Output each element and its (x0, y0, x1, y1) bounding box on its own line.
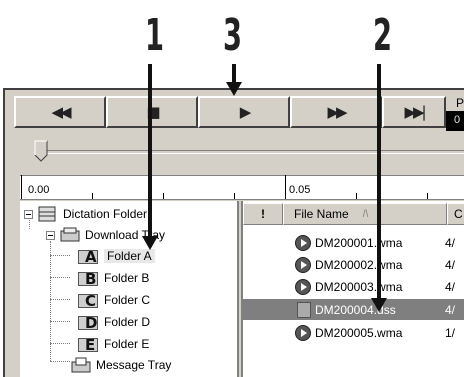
tree-item-folder-c[interactable]: C Folder C (78, 290, 150, 310)
collapse-icon[interactable] (24, 209, 33, 219)
tree-item-folder-e[interactable]: E Folder E (78, 334, 149, 354)
timeline-tick (92, 193, 93, 199)
stop-button[interactable]: ■ (106, 96, 198, 128)
callout-arrow-2 (377, 64, 381, 302)
tree-label-message-tray: Message Tray (96, 358, 172, 372)
column-header-flag[interactable]: ! (243, 203, 283, 225)
timeline-tick (234, 193, 235, 199)
timeline-tick (285, 175, 286, 199)
rewind-button[interactable]: ◀◀ (14, 96, 106, 128)
file-row[interactable]: DM200002.wma 4/ (243, 254, 464, 275)
folder-tree: Dictation Folder Download Tray A Folder … (20, 201, 239, 377)
callout-arrowhead-1 (142, 236, 158, 250)
timeline-mid-label: 0.05 (289, 184, 311, 196)
callout-number-2: 2 (373, 10, 392, 61)
file-date: 1/ (445, 325, 456, 340)
tree-label-folder-d: Folder D (104, 315, 151, 329)
play-button[interactable]: ▶ (198, 96, 290, 128)
file-row[interactable]: DM200005.wma 1/ (243, 322, 464, 343)
folder-a-icon: A (78, 247, 100, 266)
file-name: DM200003.wma (315, 279, 403, 294)
timeline-start-label: 0.00 (28, 184, 50, 196)
timeline-tick (21, 175, 22, 199)
timeline-ruler: 0.00 0.05 (20, 175, 464, 200)
fast-forward-icon: ▶▶ (327, 103, 347, 121)
tray-icon (59, 226, 81, 244)
callout-arrowhead-2 (371, 298, 387, 312)
folder-b-icon: B (78, 269, 100, 288)
timeline-tick (163, 193, 164, 199)
tree-label-dictation-folder: Dictation Folder (63, 207, 148, 221)
rewind-icon: ◀◀ (51, 103, 71, 121)
collapse-icon[interactable] (46, 230, 55, 240)
timeline-tick (427, 193, 428, 199)
tree-item-dictation-folder[interactable]: Dictation Folder (24, 204, 147, 224)
callout-number-3: 3 (223, 10, 242, 61)
file-date: 4/ (445, 257, 456, 272)
transport-toolbar: ◀◀ ■ ▶ ▶▶ ▶▶| (14, 96, 464, 132)
file-date: 4/ (445, 302, 456, 317)
tree-label-folder-c: Folder C (104, 293, 151, 307)
slider-thumb[interactable] (34, 140, 48, 162)
sort-ascending-icon: /\ (362, 208, 369, 220)
folder-d-icon: D (78, 313, 100, 332)
file-name: DM200002.wma (315, 257, 403, 272)
audio-file-icon (295, 324, 311, 341)
file-row-selected[interactable]: DM200004.dss 4/ (243, 299, 464, 320)
tree-label-folder-b: Folder B (104, 271, 150, 285)
audio-file-icon (295, 256, 311, 273)
file-name: DM200005.wma (315, 325, 403, 340)
position-display: 0 (446, 111, 464, 131)
audio-file-icon (295, 234, 311, 251)
slider-track (36, 150, 464, 154)
skip-next-icon: ▶▶| (404, 103, 426, 121)
callout-number-1: 1 (145, 10, 164, 61)
tree-label-folder-e: Folder E (104, 337, 150, 351)
audio-file-icon (295, 278, 311, 295)
folder-c-icon: C (78, 291, 100, 310)
cabinet-icon (37, 205, 59, 223)
position-value: 0 (454, 114, 461, 126)
fast-forward-button[interactable]: ▶▶ (290, 96, 382, 128)
column-header-file-name[interactable]: File Name /\ (283, 203, 447, 225)
message-tray-icon (70, 356, 92, 374)
play-icon: ▶ (239, 103, 251, 121)
file-date: 4/ (445, 235, 456, 250)
callout-arrow-1 (148, 64, 152, 240)
file-row[interactable]: DM200001.wma 4/ (243, 232, 464, 253)
tree-item-message-tray[interactable]: Message Tray (70, 355, 171, 375)
callout-arrowhead-3 (226, 82, 242, 96)
column-header-date[interactable]: C (447, 203, 464, 225)
callout-arrow-3 (232, 64, 236, 84)
timeline-tick (356, 193, 357, 199)
tree-item-folder-d[interactable]: D Folder D (78, 312, 150, 332)
tree-label-folder-a: Folder A (104, 249, 155, 263)
dss-file-icon (297, 301, 311, 318)
position-label: P (456, 96, 464, 110)
file-name-header-label: File Name (294, 207, 349, 221)
tree-item-folder-b[interactable]: B Folder B (78, 268, 149, 288)
file-list: ! File Name /\ C DM200001.wma 4/ DM20000… (241, 201, 464, 377)
skip-next-button[interactable]: ▶▶| (382, 96, 446, 128)
folder-e-icon: E (78, 335, 100, 354)
file-name: DM200001.wma (315, 235, 403, 250)
file-row[interactable]: DM200003.wma 4/ (243, 276, 464, 297)
file-date: 4/ (445, 279, 456, 294)
